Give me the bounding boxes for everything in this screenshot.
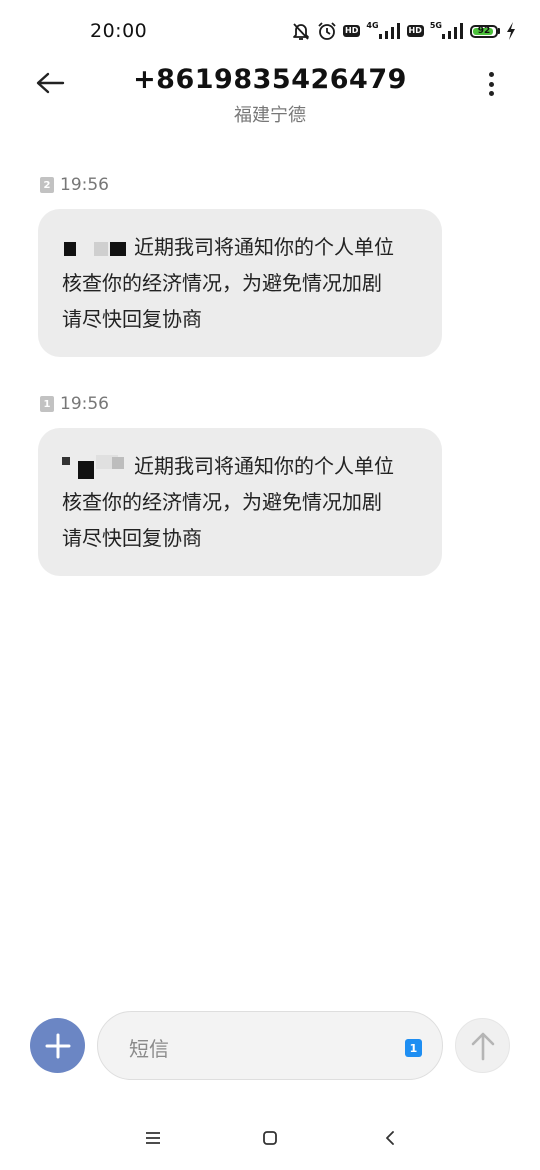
signal-icon: 4G (366, 20, 400, 39)
message-item: 1 19:56 近期我司将通知你的个人单位 核查你的经济情况，为避免情况加剧 请… (38, 392, 442, 576)
message-text: 近期我司将通知你的个人单位 (134, 454, 394, 478)
status-time: 20:00 (90, 20, 148, 42)
message-meta: 2 19:56 (38, 173, 442, 197)
battery-level: 92 (477, 25, 491, 36)
message-line: 核查你的经济情况，为避免情况加剧 (62, 490, 382, 514)
sim-card-icon: 1 (40, 396, 54, 412)
message-line: 请尽快回复协商 (62, 526, 202, 550)
message-line: 请尽快回复协商 (62, 307, 202, 331)
contact-location: 福建宁德 (234, 105, 306, 126)
plus-icon (45, 1033, 70, 1058)
arrow-up-icon (471, 1032, 494, 1060)
message-time: 19:56 (60, 175, 109, 195)
send-button[interactable] (455, 1018, 510, 1073)
message-item: 2 19:56 近期我司将通知你的个人单位 核查你的经济情况，为避免情况加剧 请… (38, 173, 442, 357)
signal-icon: 5G (429, 20, 464, 39)
nav-menu-button[interactable] (138, 1126, 168, 1150)
network-type-label: 5G (429, 20, 442, 30)
network-type-label: 4G (366, 20, 379, 30)
conversation-header: +8619835426479 福建宁德 (0, 64, 540, 127)
message-input-placeholder: 短信 (129, 1037, 169, 1061)
hd-icon: HD (406, 25, 424, 37)
message-bubble[interactable]: 近期我司将通知你的个人单位 核查你的经济情况，为避免情况加剧 请尽快回复协商 (38, 209, 442, 357)
message-bubble[interactable]: 近期我司将通知你的个人单位 核查你的经济情况，为避免情况加剧 请尽快回复协商 (38, 428, 442, 576)
hd-icon: HD (343, 25, 361, 37)
charging-icon (506, 22, 516, 40)
square-icon (263, 1131, 277, 1145)
message-line: 近期我司将通知你的个人单位 (62, 229, 418, 265)
mute-bell-icon (291, 21, 311, 41)
chevron-left-icon (386, 1131, 394, 1145)
message-text: 近期我司将通知你的个人单位 (134, 235, 394, 259)
sim-card-icon: 2 (40, 177, 54, 193)
redacted-text (62, 237, 134, 261)
message-time: 19:56 (60, 394, 109, 414)
nav-home-button[interactable] (255, 1126, 285, 1150)
contact-number[interactable]: +8619835426479 (0, 64, 540, 95)
message-line: 近期我司将通知你的个人单位 (62, 448, 418, 484)
more-vertical-icon (488, 72, 494, 77)
add-attachment-button[interactable] (30, 1018, 85, 1073)
status-icons: HD 4G HD 5G 92 (291, 20, 516, 42)
message-input[interactable]: 短信 1 (97, 1011, 443, 1080)
message-meta: 1 19:56 (38, 392, 442, 416)
redacted-text (62, 453, 134, 483)
message-line: 核查你的经济情况，为避免情况加剧 (62, 271, 382, 295)
status-bar: 20:00 HD 4G HD 5G 92 (0, 0, 540, 62)
menu-icon (146, 1132, 160, 1144)
sim-select-icon[interactable]: 1 (405, 1039, 422, 1057)
battery-icon: 92 (470, 24, 500, 38)
nav-back-button[interactable] (375, 1126, 405, 1150)
more-options-button[interactable] (480, 68, 502, 100)
alarm-icon (317, 21, 337, 41)
